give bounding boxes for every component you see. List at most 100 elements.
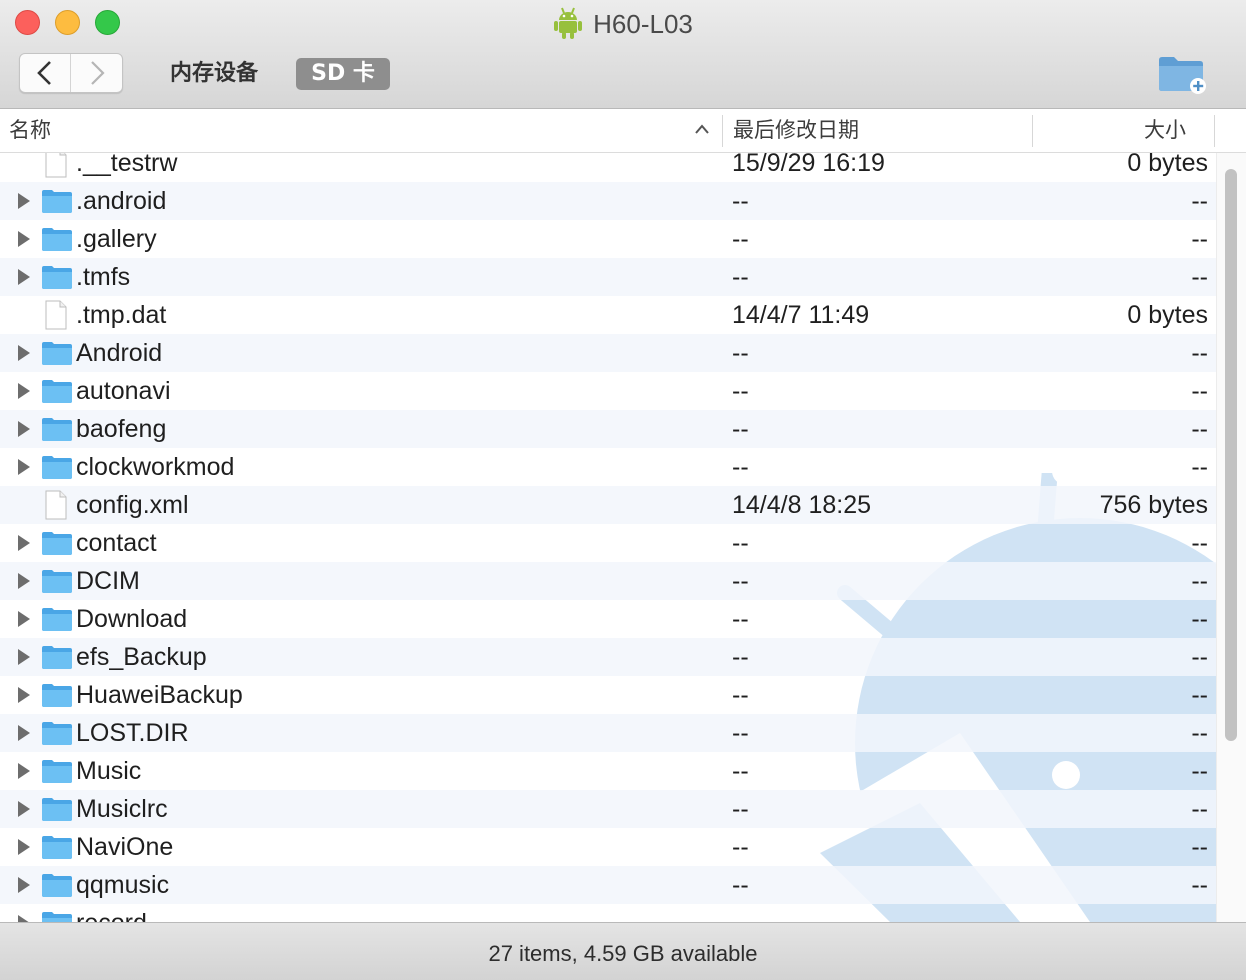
disclosure-triangle-icon[interactable] bbox=[17, 230, 31, 252]
file-size: -- bbox=[1191, 719, 1208, 747]
vertical-scrollbar[interactable] bbox=[1216, 153, 1246, 922]
file-icon bbox=[44, 153, 68, 182]
window-title-bar: H60-L03 bbox=[0, 5, 1246, 41]
table-row[interactable]: Android -- -- bbox=[0, 334, 1216, 372]
disclosure-triangle-icon[interactable] bbox=[17, 648, 31, 670]
file-name: config.xml bbox=[76, 491, 189, 519]
table-row[interactable]: .android -- -- bbox=[0, 182, 1216, 220]
disclosure-triangle-icon[interactable] bbox=[17, 686, 31, 708]
disclosure-triangle-icon[interactable] bbox=[17, 800, 31, 822]
table-row[interactable]: DCIM -- -- bbox=[0, 562, 1216, 600]
file-size: -- bbox=[1191, 605, 1208, 633]
table-row[interactable]: qqmusic -- -- bbox=[0, 866, 1216, 904]
table-row[interactable]: HuaweiBackup -- -- bbox=[0, 676, 1216, 714]
disclosure-triangle-icon[interactable] bbox=[17, 344, 31, 366]
back-button[interactable] bbox=[20, 54, 72, 92]
table-row[interactable]: Download -- -- bbox=[0, 600, 1216, 638]
file-name: .tmp.dat bbox=[76, 301, 167, 329]
table-row[interactable]: baofeng -- -- bbox=[0, 410, 1216, 448]
date-modified: -- bbox=[732, 605, 749, 633]
column-divider[interactable] bbox=[722, 115, 723, 147]
file-size: -- bbox=[1191, 567, 1208, 595]
file-name: Music bbox=[76, 757, 142, 785]
column-header: 名称 最后修改日期 大小 bbox=[0, 109, 1246, 153]
disclosure-triangle-icon[interactable] bbox=[17, 192, 31, 214]
folder-icon bbox=[41, 834, 73, 864]
folder-icon bbox=[41, 530, 73, 560]
disclosure-triangle-icon[interactable] bbox=[17, 268, 31, 290]
internal-storage-tab[interactable]: 内存设备 bbox=[170, 58, 258, 90]
disclosure-triangle-icon[interactable] bbox=[17, 762, 31, 784]
disclosure-triangle-icon[interactable] bbox=[17, 724, 31, 746]
table-row[interactable]: NaviOne -- -- bbox=[0, 828, 1216, 866]
date-modified: -- bbox=[732, 187, 749, 215]
file-size: -- bbox=[1191, 187, 1208, 215]
file-size: -- bbox=[1191, 377, 1208, 405]
file-name: Musiclrc bbox=[76, 795, 168, 823]
file-size: -- bbox=[1191, 795, 1208, 823]
window-title: H60-L03 bbox=[593, 8, 693, 39]
window-toolbar: H60-L03 内存设备 SD 卡 bbox=[0, 0, 1246, 109]
size-column-header[interactable]: 大小 bbox=[1036, 109, 1186, 153]
file-size: -- bbox=[1191, 339, 1208, 367]
table-row[interactable]: .tmp.dat 14/4/7 11:49 0 bytes bbox=[0, 296, 1216, 334]
file-name: Android bbox=[76, 339, 163, 367]
folder-icon bbox=[41, 872, 73, 902]
file-size: -- bbox=[1191, 871, 1208, 899]
date-modified: -- bbox=[732, 415, 749, 443]
name-column-header[interactable]: 名称 bbox=[9, 109, 51, 153]
folder-icon bbox=[41, 264, 73, 294]
date-modified: 15/9/29 16:19 bbox=[732, 153, 885, 177]
date-modified: -- bbox=[732, 377, 749, 405]
folder-icon bbox=[41, 606, 73, 636]
date-modified: -- bbox=[732, 871, 749, 899]
disclosure-triangle-icon[interactable] bbox=[17, 534, 31, 556]
sd-card-tab[interactable]: SD 卡 bbox=[296, 58, 390, 90]
new-folder-button[interactable] bbox=[1156, 52, 1208, 96]
table-row[interactable]: Musiclrc -- -- bbox=[0, 790, 1216, 828]
date-modified: -- bbox=[732, 643, 749, 671]
table-row[interactable]: autonavi -- -- bbox=[0, 372, 1216, 410]
file-list: .__testrw 15/9/29 16:19 0 bytes .android -- -… bbox=[0, 153, 1246, 922]
table-row[interactable]: config.xml 14/4/8 18:25 756 bytes bbox=[0, 486, 1216, 524]
file-name: clockworkmod bbox=[76, 453, 235, 481]
folder-icon bbox=[41, 416, 73, 446]
file-size: -- bbox=[1191, 415, 1208, 443]
forward-button[interactable] bbox=[71, 54, 122, 92]
file-name: .android bbox=[76, 187, 167, 215]
disclosure-triangle-icon[interactable] bbox=[17, 382, 31, 404]
scrollbar-thumb[interactable] bbox=[1225, 169, 1237, 741]
folder-icon bbox=[41, 226, 73, 256]
date-modified: -- bbox=[732, 757, 749, 785]
table-row[interactable]: contact -- -- bbox=[0, 524, 1216, 562]
date-modified-column-header[interactable]: 最后修改日期 bbox=[733, 109, 859, 153]
file-name: HuaweiBackup bbox=[76, 681, 243, 709]
column-divider[interactable] bbox=[1214, 115, 1215, 147]
new-folder-icon bbox=[1159, 57, 1206, 94]
date-modified: -- bbox=[732, 339, 749, 367]
column-divider[interactable] bbox=[1032, 115, 1033, 147]
disclosure-triangle-icon[interactable] bbox=[17, 914, 31, 922]
file-name: .__testrw bbox=[76, 153, 178, 177]
date-modified: -- bbox=[732, 795, 749, 823]
disclosure-triangle-icon[interactable] bbox=[17, 876, 31, 898]
disclosure-triangle-icon[interactable] bbox=[17, 610, 31, 632]
status-bar: 27 items, 4.59 GB available bbox=[0, 922, 1246, 980]
table-row[interactable]: .__testrw 15/9/29 16:19 0 bytes bbox=[0, 153, 1216, 182]
disclosure-triangle-icon[interactable] bbox=[17, 838, 31, 860]
file-icon bbox=[44, 300, 68, 334]
table-row[interactable]: .gallery -- -- bbox=[0, 220, 1216, 258]
table-row[interactable]: LOST.DIR -- -- bbox=[0, 714, 1216, 752]
table-row[interactable]: clockworkmod -- -- bbox=[0, 448, 1216, 486]
table-row[interactable]: record bbox=[0, 904, 1216, 922]
table-row[interactable]: efs_Backup -- -- bbox=[0, 638, 1216, 676]
file-name: Download bbox=[76, 605, 188, 633]
table-row[interactable]: Music -- -- bbox=[0, 752, 1216, 790]
disclosure-triangle-icon[interactable] bbox=[17, 572, 31, 594]
date-modified: -- bbox=[732, 263, 749, 291]
table-row[interactable]: .tmfs -- -- bbox=[0, 258, 1216, 296]
date-modified: -- bbox=[732, 681, 749, 709]
disclosure-triangle-icon[interactable] bbox=[17, 420, 31, 442]
file-name: qqmusic bbox=[76, 871, 170, 899]
disclosure-triangle-icon[interactable] bbox=[17, 458, 31, 480]
